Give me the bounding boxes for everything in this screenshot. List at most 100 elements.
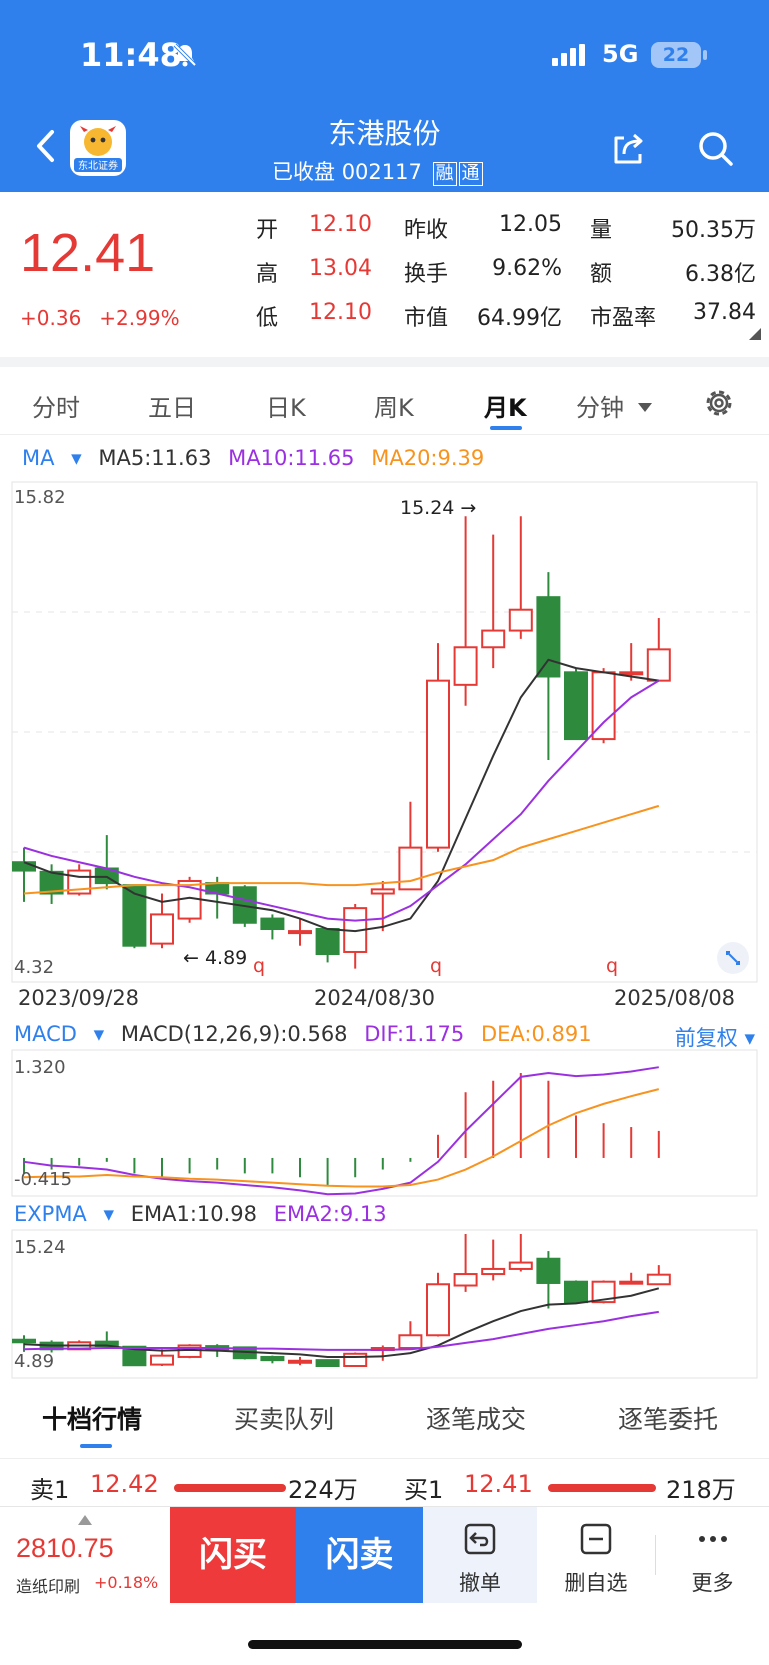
expma-selector-label: EXPMA [14, 1202, 87, 1226]
quote-row: 高 13.04 换手 9.62% 额 6.38亿 [256, 256, 756, 300]
quote-label: 额 [590, 262, 613, 287]
sell1-label: 卖1 [30, 1476, 70, 1504]
candle-body [12, 861, 36, 872]
expma-selector[interactable]: EXPMA ▾ [14, 1202, 114, 1226]
flash-sell-button[interactable]: 闪卖 [296, 1507, 423, 1603]
ma5-line [23, 658, 659, 933]
active-panel-indicator [80, 1444, 112, 1448]
quote-value: 9.62% [492, 256, 562, 281]
macd-selector[interactable]: MACD ▾ [14, 1022, 104, 1046]
candle-body [619, 671, 644, 676]
date-label-start: 2023/09/28 [18, 986, 140, 1010]
ma-selector-label: MA [22, 446, 55, 470]
price-change: +0.36 +2.99% [20, 306, 198, 330]
more-button[interactable]: 更多 [656, 1507, 769, 1603]
ma5-value: MA5:11.63 [98, 446, 212, 470]
expma-y-max: 15.24 [14, 1237, 66, 1258]
network-type: 5G [602, 40, 639, 68]
share-icon[interactable] [610, 130, 648, 172]
kline-chart[interactable]: 15.82 4.32 15.24 → ← 4.89 q q q [0, 478, 769, 983]
ma-selector[interactable]: MA ▾ [22, 446, 82, 470]
macd-chart[interactable]: 1.320 -0.415 [0, 1048, 769, 1198]
change-percent: +2.99% [99, 306, 180, 330]
buy1-label: 买1 [404, 1476, 444, 1504]
quote-label: 市值 [404, 306, 449, 331]
change-amount: +0.36 [20, 306, 82, 330]
ema2-value: EMA2:9.13 [273, 1202, 387, 1226]
app-header: 11:48 5G 22 东北证券 东港股份 已收盘 002117 融通 [0, 0, 769, 192]
margin-tag: 融 [432, 162, 457, 186]
cancel-order-label: 撤单 [459, 1571, 501, 1595]
expand-corner-icon[interactable] [749, 328, 761, 340]
candle-body [426, 679, 450, 849]
stock-name: 东港股份 [328, 117, 441, 150]
cancel-order-icon [462, 1521, 498, 1561]
flash-buy-button[interactable]: 闪买 [170, 1507, 296, 1603]
tab-minute[interactable]: 分钟 [576, 388, 624, 423]
expma-legend: EXPMA ▾ EMA1:10.98 EMA2:9.13 [14, 1202, 397, 1226]
kline-y-min: 4.32 [14, 957, 54, 978]
candle-body [564, 671, 588, 741]
quote-panel: 12.41 +0.36 +2.99% 开 12.10 昨收 12.05 量 50.… [0, 192, 769, 357]
quote-value: 13.04 [309, 256, 372, 281]
ema2-line [23, 1310, 659, 1351]
expma-candle-body [288, 1359, 312, 1364]
quote-grid: 开 12.10 昨收 12.05 量 50.35万 高 13.04 换手 9.6… [256, 212, 756, 344]
expma-y-min: 4.89 [14, 1351, 54, 1372]
tab-intraday[interactable]: 分时 [32, 388, 80, 423]
ma-legend: MA ▾ MA5:11.63 MA10:11.65 MA20:9.39 [22, 446, 494, 470]
tab-weekly[interactable]: 周K [374, 388, 414, 423]
expma-candle-body [453, 1273, 478, 1287]
tab-daily[interactable]: 日K [266, 388, 306, 423]
candle-body [260, 917, 285, 931]
fullscreen-icon[interactable] [717, 942, 749, 974]
candle-body [508, 608, 533, 632]
up-arrow-icon [78, 1515, 92, 1525]
signal-icon [552, 44, 592, 72]
quote-value: 12.10 [309, 212, 372, 237]
remove-watchlist-button[interactable]: 删自选 [537, 1507, 655, 1603]
tab-order-levels[interactable]: 十档行情 [42, 1400, 142, 1436]
sector-index-value: 2810.75 [16, 1533, 114, 1563]
gear-icon[interactable] [702, 386, 736, 424]
sector-name: 造纸印刷 [16, 1577, 81, 1596]
candle-body [398, 846, 423, 891]
expma-candle-body [536, 1257, 561, 1284]
kline-high-marker: 15.24 → [400, 497, 476, 519]
quote-value: 50.35万 [671, 218, 756, 243]
chevron-down-icon[interactable] [638, 398, 652, 417]
quote-value: 6.38亿 [685, 262, 756, 287]
tab-monthly[interactable]: 月K [484, 388, 527, 423]
section-divider [0, 357, 769, 367]
tab-order-queue[interactable]: 买卖队列 [234, 1400, 334, 1436]
tab-tick-orders[interactable]: 逐笔委托 [618, 1400, 718, 1436]
buy1-volume-bar [548, 1484, 656, 1492]
expma-candle-body [508, 1261, 533, 1270]
expma-candle-body [481, 1267, 506, 1276]
expma-candle-body [564, 1280, 588, 1304]
ema1-value: EMA1:10.98 [130, 1202, 258, 1226]
stock-subtitle: 已收盘 002117 融通 [272, 156, 483, 186]
expma-chart[interactable]: 15.24 4.89 [0, 1228, 769, 1380]
quote-value: 12.05 [499, 212, 562, 237]
tab-tick-trades[interactable]: 逐笔成交 [426, 1400, 526, 1436]
buy1-price: 12.41 [464, 1470, 533, 1498]
search-icon[interactable] [697, 130, 735, 172]
tab-five-day[interactable]: 五日 [148, 388, 196, 423]
candle-body [646, 648, 671, 682]
quote-label: 市盈率 [590, 306, 657, 331]
expma-candle-body [260, 1355, 285, 1362]
date-label-mid: 2024/08/30 [314, 986, 436, 1010]
sector-change: +0.18% [94, 1573, 159, 1592]
battery-tip [703, 50, 707, 60]
more-dots-icon [695, 1521, 731, 1561]
cancel-order-button[interactable]: 撤单 [423, 1507, 537, 1603]
ma20-value: MA20:9.39 [371, 446, 485, 470]
candle-body [536, 596, 561, 678]
panel-divider [0, 1458, 769, 1459]
minus-square-icon [578, 1521, 614, 1561]
quote-label: 换手 [404, 262, 449, 287]
ma10-value: MA10:11.65 [228, 446, 355, 470]
sector-index[interactable]: 2810.75 造纸印刷 +0.18% [0, 1507, 170, 1603]
logo-text: 东北证券 [78, 159, 118, 172]
